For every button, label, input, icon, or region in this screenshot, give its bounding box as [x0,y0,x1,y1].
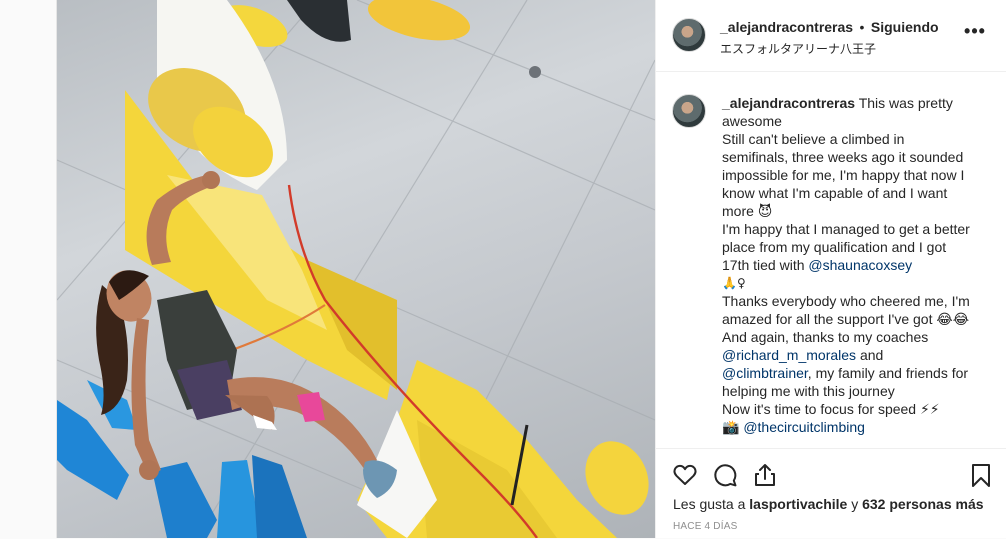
bookmark-icon[interactable] [968,462,994,488]
caption-line: Now it's time to focus for speed ⚡⚡ [722,401,940,417]
more-options-icon[interactable]: ••• [964,22,986,44]
caption-line: Thanks everybody who cheered me, I'm ama… [722,293,970,327]
caption-line: Still can't believe a climbed in semifin… [722,131,965,219]
post-timestamp[interactable]: HACE 4 DÍAS [673,521,737,532]
mention-link[interactable]: @thecircuitclimbing [743,419,865,435]
caption-avatar[interactable] [672,94,706,128]
heart-icon[interactable] [672,462,698,488]
post-actions: Les gusta a lasportivachile y 632 person… [656,448,1006,539]
liked-by-user[interactable]: lasportivachile [749,496,847,512]
post-photo[interactable] [57,0,655,538]
caption-line: 📸 [722,419,740,435]
header-text: _alejandracontreras • Siguiendo エスフォルタアリ… [720,19,970,57]
caption-username[interactable]: _alejandracontreras [722,95,855,111]
comment-icon[interactable] [712,462,738,488]
climbing-wall-image [57,0,655,538]
mention-link[interactable]: @richard_m_morales [722,347,856,363]
caption-line: 🙏♀ [722,276,746,290]
post-caption: _alejandracontreras This was pretty awes… [722,94,970,436]
post-container: _alejandracontreras • Siguiendo エスフォルタアリ… [56,0,1006,538]
post-details-panel: _alejandracontreras • Siguiendo エスフォルタアリ… [655,0,1006,538]
caption-line: And again, thanks to my coaches [722,329,929,345]
likes-prefix: Les gusta a [673,496,746,512]
separator-dot: • [859,19,865,35]
likes-connector: y [851,496,859,512]
post-header: _alejandracontreras • Siguiendo エスフォルタアリ… [656,0,1006,72]
mention-link[interactable]: @climbtrainer [722,365,808,381]
comments-section[interactable]: _alejandracontreras This was pretty awes… [656,72,1006,441]
caption-line: and [859,347,884,363]
likes-summary[interactable]: Les gusta a lasportivachile y 632 person… [673,496,984,512]
likes-count[interactable]: 632 personas más [862,496,983,512]
location-link[interactable]: エスフォルタアリーナ八王子 [720,40,970,57]
header-username[interactable]: _alejandracontreras [720,19,853,35]
follow-status-button[interactable]: Siguiendo [871,19,939,35]
mention-link[interactable]: @shaunacoxsey [808,257,912,273]
avatar[interactable] [672,18,706,52]
share-icon[interactable] [752,462,778,488]
